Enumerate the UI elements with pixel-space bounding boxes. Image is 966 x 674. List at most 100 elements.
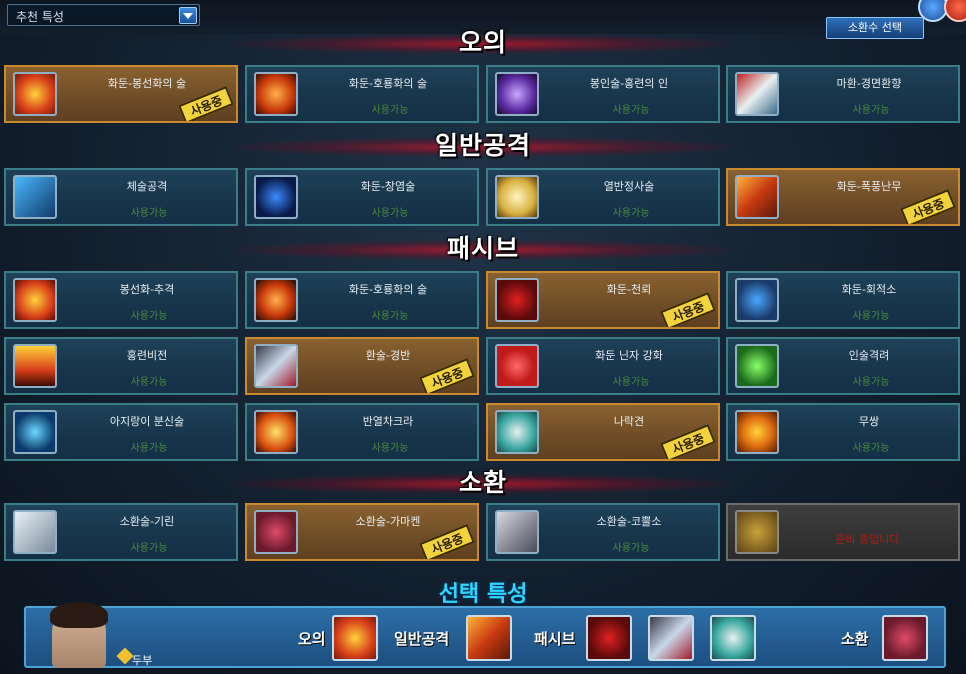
trait-card-passive-9[interactable]: 아지랑이 분신술 사용가능 bbox=[4, 403, 238, 461]
selected-ougi-icon[interactable] bbox=[332, 615, 378, 661]
section-title-ougi: 오의 bbox=[0, 28, 966, 58]
trait-card-passive-11[interactable]: 나락견 사용중 bbox=[486, 403, 720, 461]
trait-icon bbox=[13, 175, 57, 219]
selected-attack-icon[interactable] bbox=[466, 615, 512, 661]
locked-message: 준비 중입니다. bbox=[835, 533, 903, 546]
available-status: 사용가능 bbox=[371, 443, 409, 454]
trait-card-passive-2[interactable]: 화둔-호룡화의 술사용가능 bbox=[245, 271, 479, 329]
footer-label-summon: 소환 bbox=[841, 630, 869, 648]
section-title-summon: 소환 bbox=[0, 468, 966, 498]
close-icon[interactable] bbox=[944, 0, 966, 22]
trait-card-passive-6[interactable]: 환술-경반 사용중 bbox=[245, 337, 479, 395]
recommended-trait-dropdown[interactable]: 추천 특성 bbox=[7, 4, 200, 26]
trait-card-summon-2[interactable]: 소환술-가마켄 사용중 bbox=[245, 503, 479, 561]
available-status: 사용가능 bbox=[371, 105, 409, 116]
trait-card-attack-1[interactable]: 체술공격 사용가능 bbox=[4, 168, 238, 226]
trait-name: 소환술-코뿔소 bbox=[596, 515, 662, 528]
trait-icon bbox=[254, 278, 298, 322]
trait-card-attack-4[interactable]: 화둔-폭풍난무 사용중 bbox=[726, 168, 960, 226]
trait-icon bbox=[735, 175, 779, 219]
in-use-stamp: 사용중 bbox=[900, 188, 956, 224]
trait-card-locked: 준비 중입니다. bbox=[726, 503, 960, 561]
trait-card-passive-5[interactable]: 홍련비전사용가능 bbox=[4, 337, 238, 395]
available-status: 사용가능 bbox=[612, 377, 650, 388]
available-status: 사용가능 bbox=[130, 443, 168, 454]
trait-card-attack-3[interactable]: 열반정사술사용가능 bbox=[486, 168, 720, 226]
trait-icon bbox=[495, 344, 539, 388]
trait-icon bbox=[13, 510, 57, 554]
trait-name: 무쌍 bbox=[858, 415, 880, 428]
trait-card-ougi-3[interactable]: 봉인술-홍련의 인 사용가능 bbox=[486, 65, 720, 123]
trait-card-summon-3[interactable]: 소환술-코뿔소사용가능 bbox=[486, 503, 720, 561]
trait-name: 소환술-가마켄 bbox=[355, 515, 421, 528]
trait-card-ougi-4[interactable]: 마환-경면환향사용가능 bbox=[726, 65, 960, 123]
selected-summon-icon[interactable] bbox=[882, 615, 928, 661]
trait-name: 화둔-호룡화의 술 bbox=[348, 283, 428, 296]
trait-name: 화둔-회적소 bbox=[841, 283, 897, 296]
trait-name: 화둔-봉선화의 술 bbox=[107, 77, 187, 90]
available-status: 사용가능 bbox=[852, 105, 890, 116]
selected-passive-3-icon[interactable] bbox=[710, 615, 756, 661]
available-status: 사용가능 bbox=[612, 208, 650, 219]
trait-icon bbox=[495, 175, 539, 219]
available-status: 사용가능 bbox=[371, 208, 409, 219]
trait-name: 화둔 닌자 강화 bbox=[595, 349, 663, 362]
available-status: 사용가능 bbox=[852, 443, 890, 454]
trait-card-ougi-2[interactable]: 화둔-호룡화의 술 사용가능 bbox=[245, 65, 479, 123]
footer-label-attack: 일반공격 bbox=[394, 630, 450, 648]
trait-icon bbox=[13, 278, 57, 322]
trait-icon bbox=[735, 344, 779, 388]
in-use-stamp: 사용중 bbox=[660, 423, 716, 459]
trait-icon bbox=[735, 410, 779, 454]
footer-label-ougi: 오의 bbox=[298, 630, 326, 648]
selected-traits-title: 선택 특성 bbox=[438, 582, 528, 607]
trait-card-summon-1[interactable]: 소환술-기린 사용가능 bbox=[4, 503, 238, 561]
rank-label: 두부 bbox=[132, 654, 153, 667]
trait-name: 마환-경면환향 bbox=[836, 77, 902, 90]
trait-name: 체술공격 bbox=[126, 180, 168, 193]
selected-passive-1-icon[interactable] bbox=[586, 615, 632, 661]
trait-icon bbox=[735, 278, 779, 322]
trait-card-attack-2[interactable]: 화둔-창염술사용가능 bbox=[245, 168, 479, 226]
available-status: 사용가능 bbox=[371, 311, 409, 322]
trait-icon bbox=[254, 510, 298, 554]
rank-icon bbox=[116, 647, 134, 665]
chevron-down-icon[interactable] bbox=[179, 7, 197, 24]
footer-label-passive: 패시브 bbox=[534, 630, 576, 648]
available-status: 사용가능 bbox=[612, 543, 650, 554]
section-title-attack: 일반공격 bbox=[0, 131, 966, 161]
available-status: 사용가능 bbox=[852, 377, 890, 388]
trait-card-passive-3[interactable]: 화둔-천뢰 사용중 bbox=[486, 271, 720, 329]
trait-icon bbox=[254, 175, 298, 219]
trait-icon bbox=[495, 72, 539, 116]
trait-name: 화둔-폭풍난무 bbox=[836, 180, 902, 193]
available-status: 사용가능 bbox=[130, 377, 168, 388]
trait-card-passive-7[interactable]: 화둔 닌자 강화사용가능 bbox=[486, 337, 720, 395]
trait-name: 열반정사술 bbox=[603, 180, 655, 193]
trait-name: 인술격려 bbox=[848, 349, 890, 362]
trait-name: 홍련비전 bbox=[126, 349, 168, 362]
selected-traits-panel: 두부 오의 일반공격 패시브 소환 bbox=[24, 602, 946, 668]
trait-name: 소환술-기린 bbox=[119, 515, 175, 528]
trait-card-passive-10[interactable]: 반열차크라사용가능 bbox=[245, 403, 479, 461]
trait-icon bbox=[495, 410, 539, 454]
trait-icon bbox=[495, 510, 539, 554]
trait-icon bbox=[13, 344, 57, 388]
in-use-stamp: 사용중 bbox=[178, 85, 234, 121]
trait-name: 화둔-창염술 bbox=[360, 180, 416, 193]
trait-card-passive-8[interactable]: 인술격려사용가능 bbox=[726, 337, 960, 395]
in-use-stamp: 사용중 bbox=[419, 357, 475, 393]
trait-card-passive-4[interactable]: 화둔-회적소사용가능 bbox=[726, 271, 960, 329]
character-portrait bbox=[50, 602, 108, 668]
trait-name: 반열차크라 bbox=[362, 415, 414, 428]
selected-passive-2-icon[interactable] bbox=[648, 615, 694, 661]
trait-card-passive-1[interactable]: 봉선화-추격 사용가능 bbox=[4, 271, 238, 329]
in-use-stamp: 사용중 bbox=[419, 523, 475, 559]
dropdown-value: 추천 특성 bbox=[16, 10, 64, 24]
trait-name: 봉인술-홍련의 인 bbox=[589, 77, 669, 90]
trait-name: 봉선화-추격 bbox=[119, 283, 175, 296]
trait-icon bbox=[13, 72, 57, 116]
trait-card-ougi-1[interactable]: 화둔-봉선화의 술 사용중 bbox=[4, 65, 238, 123]
available-status: 사용가능 bbox=[852, 311, 890, 322]
trait-card-passive-12[interactable]: 무쌍사용가능 bbox=[726, 403, 960, 461]
